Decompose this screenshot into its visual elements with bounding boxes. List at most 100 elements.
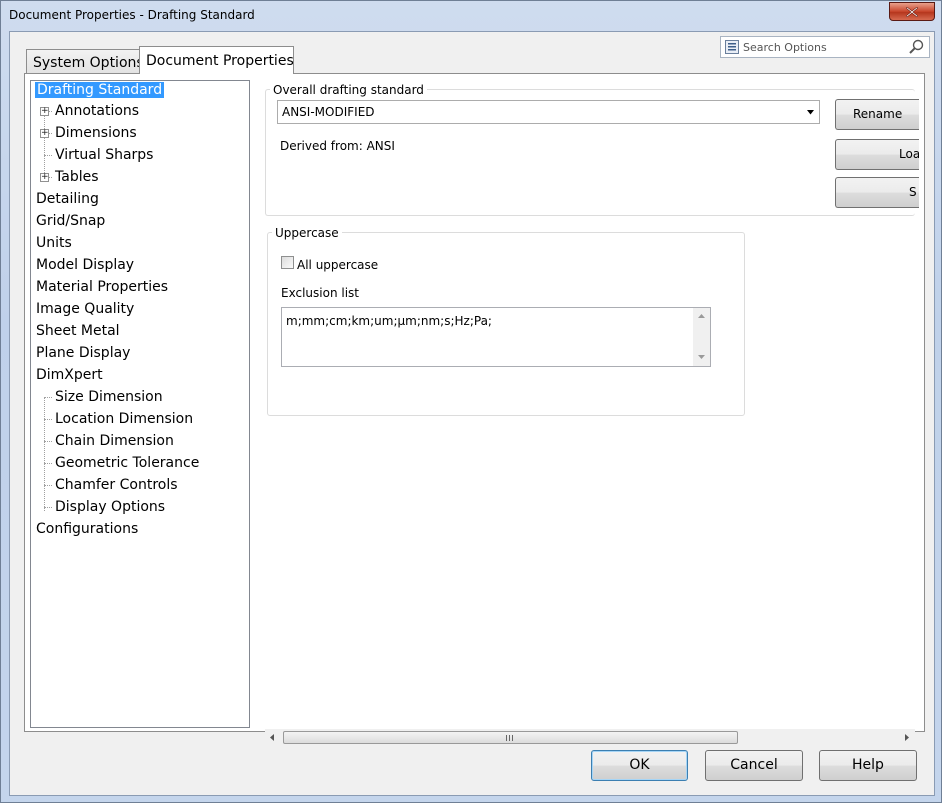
save-button-label: S: [909, 185, 917, 199]
tab-document-properties[interactable]: Document Properties: [139, 46, 294, 74]
all-uppercase-label: All uppercase: [297, 258, 379, 272]
help-button-label: Help: [852, 757, 884, 773]
tree-item-label: Dimensions: [55, 125, 137, 141]
tree-item-image-quality[interactable]: Image Quality: [36, 299, 134, 319]
tree-item-label: Configurations: [36, 521, 139, 537]
expand-plus-icon[interactable]: +: [40, 173, 49, 182]
title-bar[interactable]: Document Properties - Drafting Standard: [1, 1, 941, 31]
tree-item-label: Material Properties: [36, 279, 169, 295]
drafting-standard-value: ANSI-MODIFIED: [282, 105, 375, 119]
grip-icon: [506, 735, 513, 741]
tab-document-properties-label: Document Properties: [146, 53, 294, 69]
drafting-standard-group-label: Overall drafting standard: [270, 83, 427, 97]
tree-line: [44, 507, 52, 508]
tree-line: [44, 397, 45, 511]
tree-line: [44, 441, 52, 442]
tree-line: [44, 463, 52, 464]
tree-item-label: Display Options: [55, 499, 166, 515]
tree-item-dimensions[interactable]: Dimensions: [55, 123, 137, 143]
tree-item-detailing[interactable]: Detailing: [36, 189, 99, 209]
tree-item-size-dimension[interactable]: Size Dimension: [55, 387, 163, 407]
rename-button[interactable]: Rename: [835, 99, 919, 130]
tree-item-dimxpert[interactable]: DimXpert: [36, 365, 103, 385]
tree-item-label: Detailing: [36, 191, 99, 207]
exclusion-list-label: Exclusion list: [281, 286, 359, 300]
horizontal-scrollbar[interactable]: [265, 729, 915, 746]
tab-system-options[interactable]: System Options: [26, 49, 144, 73]
tree-item-label: Model Display: [36, 257, 135, 273]
tree-item-label: Sheet Metal: [36, 323, 120, 339]
tree-item-label: Virtual Sharps: [55, 147, 154, 163]
close-button[interactable]: [889, 2, 935, 21]
tree-item-chain-dimension[interactable]: Chain Dimension: [55, 431, 174, 451]
tree-item-chamfer-controls[interactable]: Chamfer Controls: [55, 475, 178, 495]
document-properties-panel: + + + Drafting Standard Annotations Dime…: [24, 73, 925, 746]
close-icon: [906, 7, 918, 17]
tree-item-plane-display[interactable]: Plane Display: [36, 343, 130, 363]
tree-item-model-display[interactable]: Model Display: [36, 255, 134, 275]
rename-button-label: Rename: [853, 107, 903, 121]
tree-line: [44, 397, 52, 398]
exclusion-list-value: m;mm;cm;km;um;µm;nm;s;Hz;Pa;: [286, 314, 492, 328]
tab-system-options-label: System Options: [33, 55, 144, 71]
scrollbar-thumb[interactable]: [283, 731, 738, 744]
scroll-left-icon[interactable]: [270, 734, 274, 741]
chevron-down-icon: [807, 110, 814, 115]
tree-item-tables[interactable]: Tables: [55, 167, 99, 187]
tree-item-annotations[interactable]: Annotations: [55, 101, 139, 121]
tree-line: [44, 485, 52, 486]
tree-item-grid-snap[interactable]: Grid/Snap: [36, 211, 105, 231]
tree-item-location-dimension[interactable]: Location Dimension: [55, 409, 193, 429]
dialog-client-area: System Options Document Properties Searc…: [9, 31, 935, 796]
drafting-standard-dropdown[interactable]: ANSI-MODIFIED: [277, 100, 820, 124]
search-options-box: [720, 36, 930, 58]
magnifier-icon[interactable]: [907, 39, 925, 55]
tree-item-label: Chain Dimension: [55, 433, 174, 449]
tree-item-label: Geometric Tolerance: [55, 455, 200, 471]
scroll-right-icon[interactable]: [905, 734, 909, 741]
scroll-down-icon[interactable]: [698, 355, 705, 359]
tree-item-material-properties[interactable]: Material Properties: [36, 277, 168, 297]
help-button[interactable]: Help: [819, 750, 917, 781]
exclusion-list-scrollbar[interactable]: [693, 308, 710, 366]
tree-item-configurations[interactable]: Configurations: [36, 519, 138, 539]
load-button[interactable]: Loa: [835, 139, 919, 170]
tree-item-label: Plane Display: [36, 345, 131, 361]
cancel-button[interactable]: Cancel: [705, 750, 803, 781]
tree-item-label: Image Quality: [36, 301, 135, 317]
exclusion-list-textarea[interactable]: m;mm;cm;km;um;µm;nm;s;Hz;Pa;: [281, 307, 711, 367]
uppercase-group-label: Uppercase: [272, 226, 342, 240]
document-properties-dialog: Document Properties - Drafting Standard …: [0, 0, 942, 803]
expand-plus-icon[interactable]: +: [40, 129, 49, 138]
tree-item-label: Tables: [55, 169, 99, 185]
ok-button[interactable]: OK: [591, 750, 688, 781]
tree-item-drafting-standard[interactable]: Drafting Standard: [35, 80, 165, 100]
tree-item-label: Size Dimension: [55, 389, 163, 405]
all-uppercase-checkbox[interactable]: [281, 256, 294, 269]
tree-item-label: DimXpert: [36, 367, 103, 383]
search-input[interactable]: [743, 39, 903, 55]
expand-plus-icon[interactable]: +: [40, 107, 49, 116]
tree-item-display-options[interactable]: Display Options: [55, 497, 165, 517]
tree-item-label: Drafting Standard: [35, 82, 165, 98]
tree-item-label: Grid/Snap: [36, 213, 106, 229]
window-title: Document Properties - Drafting Standard: [9, 8, 255, 22]
tree-line: [44, 155, 52, 156]
tree-line: [44, 419, 52, 420]
ok-button-label: OK: [629, 757, 650, 773]
tree-item-label: Chamfer Controls: [55, 477, 178, 493]
tree-item-label: Units: [36, 235, 72, 251]
save-button[interactable]: S: [835, 177, 919, 208]
tree-item-virtual-sharps[interactable]: Virtual Sharps: [55, 145, 153, 165]
search-options-list-icon[interactable]: [725, 40, 739, 54]
derived-from-label: Derived from: ANSI: [280, 139, 395, 153]
tree-item-label: Location Dimension: [55, 411, 194, 427]
tree-line: [44, 111, 45, 181]
tree-item-sheet-metal[interactable]: Sheet Metal: [36, 321, 120, 341]
load-button-label: Loa: [899, 147, 919, 161]
options-tree: + + + Drafting Standard Annotations Dime…: [30, 80, 250, 728]
tree-item-label: Annotations: [55, 103, 140, 119]
tree-item-geometric-tolerance[interactable]: Geometric Tolerance: [55, 453, 199, 473]
scroll-up-icon[interactable]: [698, 314, 705, 318]
tree-item-units[interactable]: Units: [36, 233, 72, 253]
